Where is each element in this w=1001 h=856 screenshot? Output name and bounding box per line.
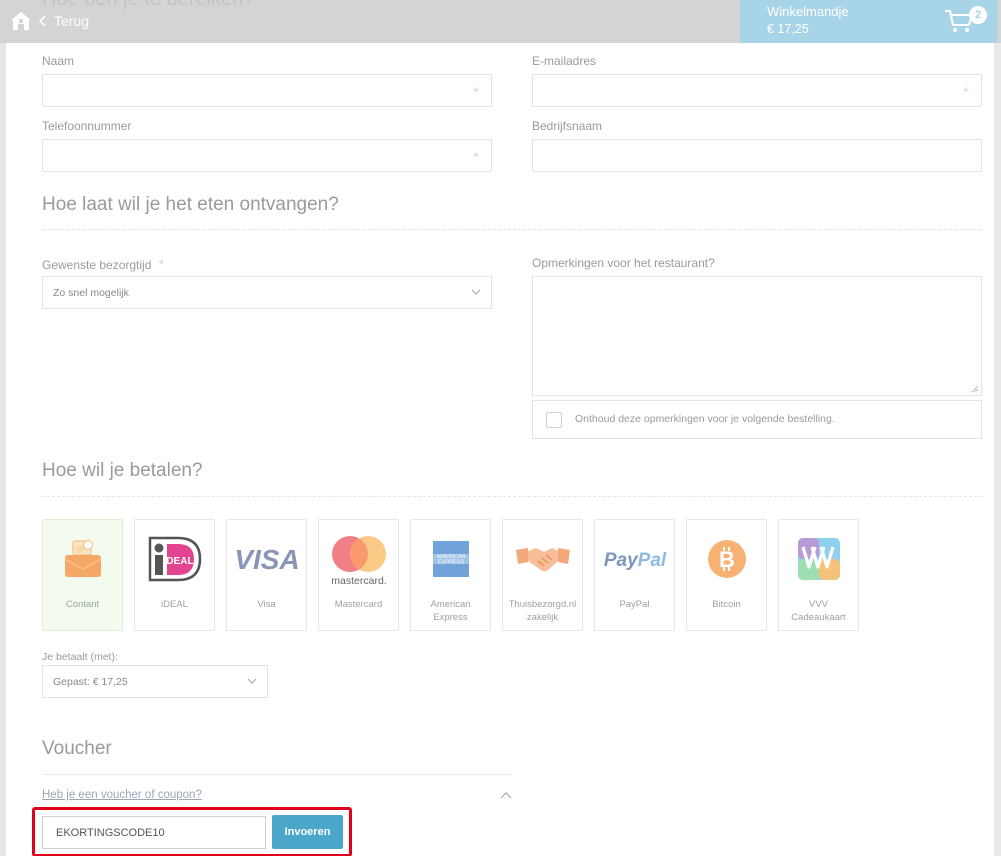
back-button[interactable]: Terug [38, 13, 89, 29]
remember-remarks-label: Onthoud deze opmerkingen voor je volgend… [575, 413, 835, 425]
delivery-time-label: Gewenste bezorgtijd * [42, 256, 164, 272]
remarks-label: Opmerkingen voor het restaurant? [532, 256, 715, 270]
cart-count-badge: 2 [969, 6, 987, 24]
payment-option-label: Bitcoin [712, 599, 741, 610]
ghost-section-title: Hoe ben je te bereiken? [42, 0, 254, 11]
name-input[interactable]: * [42, 74, 492, 107]
payment-option-bitcoin[interactable]: B Bitcoin [686, 519, 767, 631]
delivery-time-value: Zo snel mogelijk [53, 287, 129, 299]
pay-with-value: Gepast: € 17,25 [53, 676, 128, 688]
svg-text:EXPRESS: EXPRESS [438, 560, 464, 566]
payment-option-vvv[interactable]: VVV Cadeaukaart [778, 519, 859, 631]
cart-total: € 17,25 [767, 22, 809, 36]
cart-button[interactable]: Winkelmandje € 17,25 2 [740, 0, 997, 43]
payment-option-label: VVV Cadeaukaart [791, 599, 846, 623]
pay-with-label: Je betaalt (met): [42, 651, 118, 663]
divider [42, 774, 512, 775]
cash-icon [64, 540, 101, 577]
back-label: Terug [54, 13, 90, 29]
handshake-icon [515, 548, 570, 572]
paypal-icon: PayPal [603, 550, 666, 571]
remember-remarks-row: Onthoud deze opmerkingen voor je volgend… [532, 400, 982, 439]
payment-option-business[interactable]: Thuisbezorgd.nl zakelijk [502, 519, 583, 631]
remember-remarks-checkbox[interactable] [546, 412, 562, 428]
email-label: E-mailadres [532, 54, 597, 68]
amex-icon: AMERICAN EXPRESS [432, 541, 469, 577]
payment-option-paypal[interactable]: PayPal PayPal [594, 519, 675, 631]
payment-option-cash[interactable]: Contant [42, 519, 123, 631]
timing-heading: Hoe laat wil je het eten ontvangen? [42, 194, 339, 215]
payment-option-label: PayPal [619, 599, 650, 610]
pay-with-select[interactable]: Gepast: € 17,25 [42, 665, 268, 698]
payment-option-label: Mastercard [334, 599, 383, 610]
required-mark: * [963, 84, 969, 101]
payment-option-amex[interactable]: AMERICAN EXPRESS American Express [410, 519, 491, 631]
payment-heading: Hoe wil je betalen? [42, 460, 203, 481]
svg-text:DEAL: DEAL [166, 556, 193, 567]
delivery-time-select[interactable]: Zo snel mogelijk [42, 276, 492, 309]
voucher-toggle-link[interactable]: Heb je een voucher of coupon? [42, 789, 202, 801]
required-mark: * [473, 84, 479, 101]
phone-input[interactable]: * [42, 139, 492, 172]
bitcoin-icon: B [707, 540, 746, 578]
required-mark: * [158, 256, 165, 272]
payment-option-mastercard[interactable]: mastercard. Mastercard [318, 519, 399, 631]
vvv-icon [797, 538, 840, 580]
scrollbar[interactable] [994, 43, 1001, 856]
svg-text:PayPal: PayPal [603, 550, 666, 571]
name-label: Naam [42, 54, 75, 68]
voucher-submit-button[interactable]: Invoeren [272, 815, 343, 849]
top-bar: Hoe ben je te bereiken? Terug Winkelmand… [0, 0, 1001, 43]
payment-option-ideal[interactable]: DEAL iDEAL [134, 519, 215, 631]
chevron-up-icon[interactable] [500, 791, 512, 799]
divider [42, 229, 982, 230]
payment-option-label: American Express [430, 599, 471, 623]
remarks-textarea[interactable] [532, 276, 982, 396]
chevron-left-icon [38, 15, 46, 27]
chevron-down-icon [247, 678, 257, 684]
chevron-down-icon [471, 289, 481, 295]
svg-text:B: B [719, 547, 735, 572]
divider [42, 496, 982, 497]
payment-option-visa[interactable]: VISA Visa [226, 519, 307, 631]
svg-text:mastercard.: mastercard. [331, 575, 386, 586]
mastercard-icon: mastercard. [331, 536, 386, 586]
required-mark: * [473, 149, 479, 166]
payment-option-label: iDEAL [161, 599, 188, 610]
company-label: Bedrijfsnaam [532, 119, 603, 133]
voucher-code-input[interactable] [42, 816, 266, 849]
home-icon[interactable] [10, 10, 32, 32]
resize-handle-icon[interactable] [971, 385, 979, 393]
delivery-time-label-text: Gewenste bezorgtijd [42, 258, 152, 272]
svg-text:VISA: VISA [234, 544, 299, 574]
payment-option-label: Contant [65, 599, 100, 610]
company-input[interactable] [532, 139, 982, 172]
cart-title: Winkelmandje [767, 4, 849, 19]
ideal-icon: DEAL [148, 536, 201, 582]
email-input[interactable]: * [532, 74, 982, 107]
phone-label: Telefoonnummer [42, 119, 132, 133]
payment-option-label: Thuisbezorgd.nl zakelijk [508, 599, 577, 623]
payment-option-label: Visa [257, 599, 276, 610]
checkout-page: Hoe ben je te bereiken? Terug Winkelmand… [0, 0, 1001, 856]
voucher-heading: Voucher [42, 738, 112, 759]
visa-icon: VISA [234, 544, 299, 574]
